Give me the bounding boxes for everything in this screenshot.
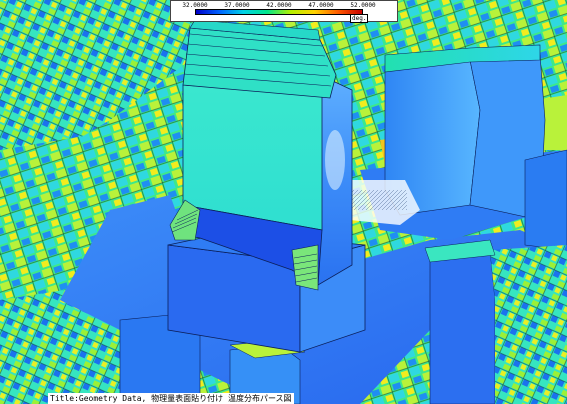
hatched-roof <box>352 190 407 210</box>
tower-bottom-right-a <box>429 249 496 404</box>
legend-unit: deg. <box>350 14 369 23</box>
city-cluster-bottom-right <box>490 245 567 404</box>
legend-tick-4: 47.0000 <box>308 2 334 9</box>
main-tower-facade <box>182 84 323 231</box>
temperature-perspective-view: 32.0000 37.0000 42.0000 47.0000 52.0000 … <box>0 0 567 404</box>
legend-tick-3: 42.0000 <box>266 2 292 9</box>
right-stair-structure <box>291 244 319 291</box>
figure-title: Title:Geometry Data, 物理量表面貼り付け 温度分布パース図 <box>48 393 294 404</box>
legend-tick-2: 37.0000 <box>224 2 250 9</box>
temperature-legend: 32.0000 37.0000 42.0000 47.0000 52.0000 … <box>170 0 398 23</box>
city-model-render <box>0 0 567 404</box>
side-face-highlight <box>325 130 345 190</box>
legend-tick-5: 52.0000 <box>350 2 376 9</box>
legend-color-bar <box>195 9 363 15</box>
legend-tick-1: 32.0000 <box>182 2 208 9</box>
tower-far-right <box>524 149 567 251</box>
